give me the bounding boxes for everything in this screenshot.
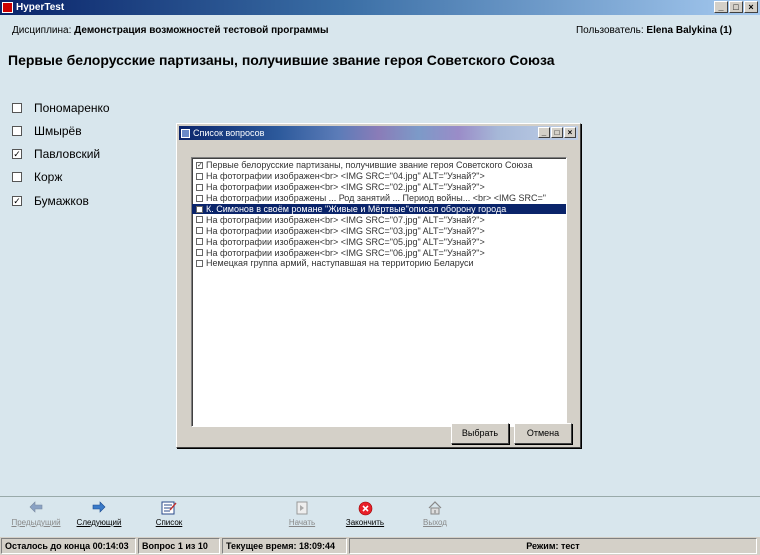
answer-option[interactable]: Корж	[12, 166, 110, 189]
question-checkbox[interactable]	[196, 227, 203, 235]
question-item-text: На фотографии изображены ... Род занятий…	[206, 193, 546, 204]
status-question-counter: Вопрос 1 из 10	[138, 538, 220, 554]
status-remaining-time: Осталось до конца 00:14:03	[1, 538, 136, 554]
arrow-right-icon	[69, 501, 129, 516]
maximize-button[interactable]: □	[729, 1, 743, 13]
list-button[interactable]: Список	[139, 501, 199, 533]
question-item-text: Немецкая группа армий, наступавшая на те…	[206, 258, 474, 269]
question-checkbox[interactable]	[196, 205, 203, 213]
user-value: Elena Balykina (1)	[646, 25, 732, 36]
answer-checkbox[interactable]	[12, 172, 22, 183]
question-title: Первые белорусские партизаны, получившие…	[8, 52, 555, 68]
discipline-label: Дисциплина:	[12, 25, 72, 36]
question-item-text: На фотографии изображен<br> <IMG SRC="03…	[206, 225, 485, 236]
discipline-info: Дисциплина: Демонстрация возможностей те…	[12, 25, 329, 36]
answer-option[interactable]: Пономаренко	[12, 96, 110, 119]
question-list-item[interactable]: На фотографии изображен<br> <IMG SRC="07…	[192, 214, 566, 225]
navigation-toolbar: Предыдущий Следующий Список Начать Закон…	[0, 496, 760, 535]
question-list-item[interactable]: На фотографии изображен<br> <IMG SRC="03…	[192, 225, 566, 236]
list-label: Список	[155, 518, 183, 527]
question-list-item[interactable]: ✓ Первые белорусские партизаны, получивш…	[192, 160, 566, 171]
exit-button[interactable]: Выход	[405, 501, 465, 533]
question-checkbox[interactable]	[196, 249, 203, 257]
dialog-close-button[interactable]: ×	[564, 127, 576, 138]
question-list-item[interactable]: На фотографии изображен<br> <IMG SRC="06…	[192, 247, 566, 258]
answer-checkbox[interactable]: ✓	[12, 149, 22, 160]
next-label: Следующий	[76, 518, 122, 527]
info-row: Дисциплина: Демонстрация возможностей те…	[12, 25, 732, 39]
question-checkbox[interactable]	[196, 183, 203, 191]
question-item-text: На фотографии изображен<br> <IMG SRC="04…	[206, 171, 485, 182]
question-list-item[interactable]: На фотографии изображен<br> <IMG SRC="04…	[192, 171, 566, 182]
discipline-value: Демонстрация возможностей тестовой прогр…	[74, 25, 329, 36]
window-titlebar[interactable]: HyperTest _ □ ×	[0, 0, 760, 15]
answer-option[interactable]: ✓ Бумажков	[12, 189, 110, 212]
answer-checkbox[interactable]	[12, 102, 22, 113]
previous-button[interactable]: Предыдущий	[6, 501, 66, 533]
question-checkbox[interactable]	[196, 172, 203, 180]
user-info: Пользователь: Elena Balykina (1)	[576, 25, 732, 36]
question-list-item[interactable]: К. Симонов в своём романе "Живые и Мёртв…	[192, 203, 566, 215]
question-item-text: На фотографии изображен<br> <IMG SRC="07…	[206, 214, 485, 225]
list-icon	[139, 501, 199, 516]
answer-checkbox[interactable]: ✓	[12, 195, 22, 206]
answer-label: Бумажков	[34, 193, 89, 208]
question-item-text: К. Симонов в своём романе "Живые и Мёртв…	[206, 204, 507, 214]
app-icon	[2, 2, 13, 13]
question-list-item[interactable]: На фотографии изображен<br> <IMG SRC="02…	[192, 182, 566, 193]
start-icon	[272, 501, 332, 516]
question-item-text: На фотографии изображен<br> <IMG SRC="05…	[206, 236, 485, 247]
dialog-minimize-button[interactable]: _	[538, 127, 550, 138]
question-list-item[interactable]: Немецкая группа армий, наступавшая на те…	[192, 258, 566, 269]
dialog-titlebar[interactable]: Список вопросов _ □ ×	[179, 126, 578, 140]
next-button[interactable]: Следующий	[69, 501, 129, 533]
question-checkbox[interactable]	[196, 259, 203, 267]
status-bar: Осталось до конца 00:14:03 Вопрос 1 из 1…	[0, 537, 760, 555]
question-list-item[interactable]: На фотографии изображены ... Род занятий…	[192, 193, 566, 204]
close-button[interactable]: ×	[744, 1, 758, 13]
status-current-time: Текущее время: 18:09:44	[222, 538, 347, 554]
dialog-icon	[181, 128, 190, 138]
answer-label: Корж	[34, 170, 63, 185]
answer-list: Пономаренко Шмырёв ✓ Павловский Корж ✓ Б…	[12, 96, 110, 212]
start-label: Начать	[288, 518, 316, 527]
choose-button[interactable]: Выбрать	[451, 423, 509, 444]
question-listbox[interactable]: ✓ Первые белорусские партизаны, получивш…	[191, 157, 567, 427]
answer-label: Шмырёв	[34, 123, 82, 138]
dialog-controls: _ □ ×	[538, 127, 576, 138]
question-checkbox[interactable]	[196, 194, 203, 202]
question-list-item[interactable]: На фотографии изображен<br> <IMG SRC="05…	[192, 236, 566, 247]
question-checkbox[interactable]	[196, 216, 203, 224]
question-checkbox[interactable]	[196, 238, 203, 246]
start-button[interactable]: Начать	[272, 501, 332, 533]
question-item-text: На фотографии изображен<br> <IMG SRC="02…	[206, 182, 485, 193]
home-icon	[405, 501, 465, 516]
dialog-maximize-button[interactable]: □	[551, 127, 563, 138]
user-label: Пользователь:	[575, 25, 644, 36]
stop-icon	[335, 501, 395, 516]
answer-label: Павловский	[34, 147, 101, 162]
dialog-title: Список вопросов	[193, 128, 265, 138]
previous-label: Предыдущий	[11, 518, 61, 527]
answer-option[interactable]: Шмырёв	[12, 119, 110, 142]
question-item-text: Первые белорусские партизаны, получившие…	[206, 160, 533, 171]
window-title: HyperTest	[16, 2, 65, 13]
question-item-text: На фотографии изображен<br> <IMG SRC="06…	[206, 247, 485, 258]
status-mode: Режим: тест	[349, 538, 757, 554]
question-list-dialog: Список вопросов _ □ × ✓ Первые белорусск…	[176, 123, 581, 448]
exit-label: Выход	[423, 518, 447, 527]
arrow-left-icon	[6, 501, 66, 516]
finish-button[interactable]: Закончить	[335, 501, 395, 533]
answer-label: Пономаренко	[34, 100, 110, 115]
question-checkbox[interactable]: ✓	[196, 161, 203, 169]
cancel-button[interactable]: Отмена	[514, 423, 572, 444]
answer-option[interactable]: ✓ Павловский	[12, 143, 110, 166]
answer-checkbox[interactable]	[12, 125, 22, 136]
finish-label: Закончить	[345, 518, 385, 527]
minimize-button[interactable]: _	[714, 1, 728, 13]
window-controls: _ □ ×	[714, 1, 758, 13]
